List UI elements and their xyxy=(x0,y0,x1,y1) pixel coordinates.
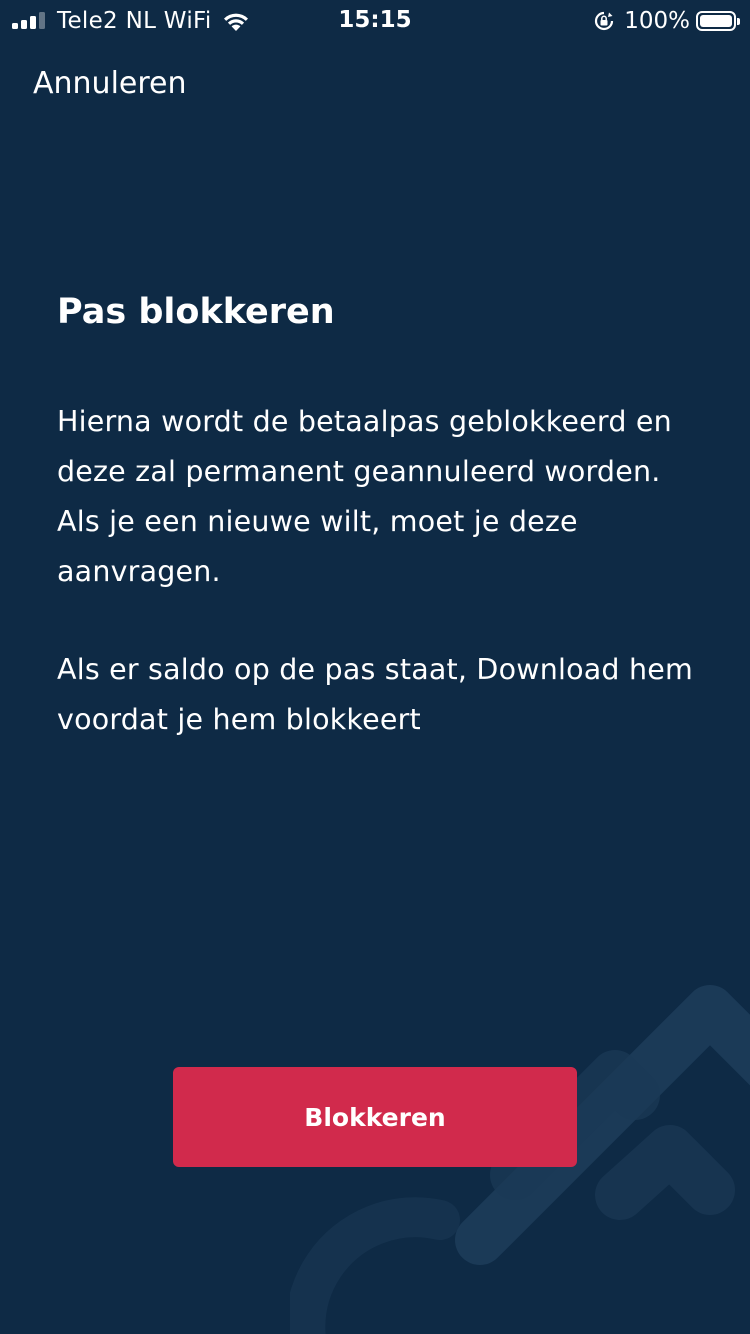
page-title: Pas blokkeren xyxy=(57,292,335,332)
status-bar: Tele2 NL WiFi 15:15 100% xyxy=(0,0,750,40)
battery-icon xyxy=(696,11,740,31)
battery-percentage: 100% xyxy=(624,8,690,34)
block-card-button[interactable]: Blokkeren xyxy=(173,1067,577,1167)
description-paragraph: Hierna wordt de betaalpas geblokkeerd en… xyxy=(57,405,672,588)
status-right: 100% xyxy=(594,7,740,35)
balance-warning-paragraph: Als er saldo op de pas staat, Download h… xyxy=(57,653,693,736)
battery-level-fill xyxy=(700,15,732,27)
cancel-button[interactable]: Annuleren xyxy=(33,66,187,101)
rotation-lock-icon xyxy=(595,11,614,31)
